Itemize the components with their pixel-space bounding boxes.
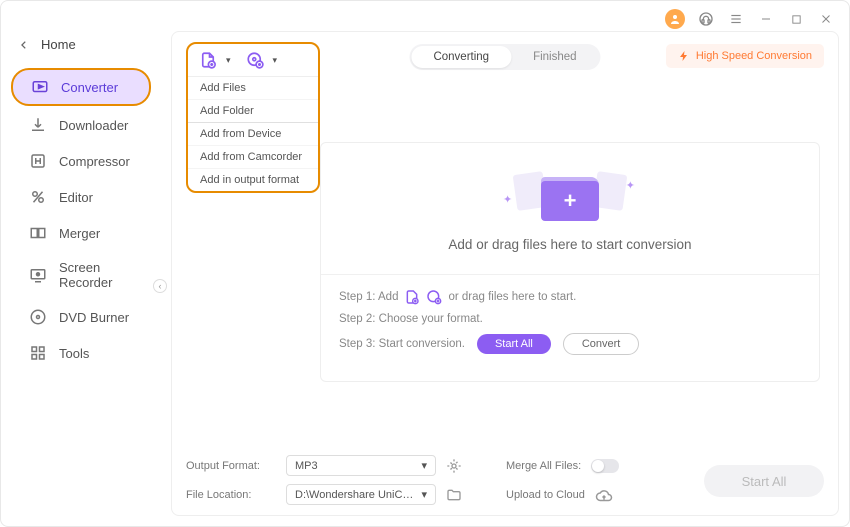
sidebar-item-editor[interactable]: Editor	[11, 180, 151, 214]
tools-icon	[29, 344, 47, 362]
support-icon[interactable]	[697, 10, 715, 28]
file-location-select[interactable]: D:\Wondershare UniConverter 1 ▾	[286, 484, 436, 505]
add-dropdown-menu: Add Files Add Folder Add from Device Add…	[188, 76, 318, 191]
home-label: Home	[41, 37, 76, 52]
convert-inline-button[interactable]: Convert	[563, 333, 640, 355]
start-all-button[interactable]: Start All	[704, 465, 824, 497]
nav-label: Downloader	[59, 118, 128, 133]
folder-illustration: ✦✦ +	[339, 171, 801, 219]
tab-finished[interactable]: Finished	[511, 46, 598, 68]
sidebar-item-dvd-burner[interactable]: DVD Burner	[11, 300, 151, 334]
downloader-icon	[29, 116, 47, 134]
lightning-icon	[678, 50, 690, 62]
nav-label: Screen Recorder	[59, 260, 133, 290]
step-1: Step 1: Add or drag files here to start.	[339, 289, 801, 305]
dropzone-headline: Add or drag files here to start conversi…	[339, 237, 801, 252]
chevron-down-icon: ▾	[421, 488, 427, 501]
add-toolbar-highlighted: ▾ ▾ Add Files Add Folder Add from Device…	[186, 42, 320, 193]
merger-icon	[29, 224, 47, 242]
screen-recorder-icon	[29, 266, 47, 284]
output-format-label: Output Format:	[186, 460, 276, 472]
sidebar-item-compressor[interactable]: Compressor	[11, 144, 151, 178]
chevron-down-icon[interactable]: ▾	[273, 55, 278, 66]
dropdown-item-add-device[interactable]: Add from Device	[188, 122, 318, 145]
settings-gear-icon[interactable]	[446, 458, 462, 474]
drop-zone[interactable]: ✦✦ + Add or drag files here to start con…	[320, 142, 820, 382]
nav-label: Merger	[59, 226, 100, 241]
output-format-select[interactable]: MP3 ▾	[286, 455, 436, 476]
speed-label: High Speed Conversion	[696, 50, 812, 62]
nav-label: Converter	[61, 80, 118, 95]
close-icon[interactable]	[817, 10, 835, 28]
step-3: Step 3: Start conversion. Start All Conv…	[339, 333, 801, 355]
maximize-icon[interactable]	[787, 10, 805, 28]
add-disc-icon	[426, 289, 442, 305]
sidebar-item-merger[interactable]: Merger	[11, 216, 151, 250]
dropdown-item-add-folder[interactable]: Add Folder	[188, 99, 318, 122]
tab-switch: Converting Finished	[409, 44, 600, 70]
nav-label: Compressor	[59, 154, 130, 169]
sidebar-item-tools[interactable]: Tools	[11, 336, 151, 370]
nav-label: DVD Burner	[59, 310, 129, 325]
plus-icon: +	[564, 188, 577, 214]
tab-converting[interactable]: Converting	[411, 46, 511, 68]
collapse-sidebar-button[interactable]: ‹	[153, 279, 167, 293]
main-panel: ▾ ▾ Add Files Add Folder Add from Device…	[171, 31, 839, 516]
high-speed-badge[interactable]: High Speed Conversion	[666, 44, 824, 68]
nav-label: Tools	[59, 346, 89, 361]
converter-icon	[31, 78, 49, 96]
chevron-down-icon: ▾	[421, 459, 427, 472]
add-file-icon	[404, 289, 420, 305]
upload-label: Upload to Cloud	[506, 489, 585, 501]
dvd-burner-icon	[29, 308, 47, 326]
sidebar-item-screen-recorder[interactable]: Screen Recorder	[11, 252, 151, 298]
dropdown-item-add-files[interactable]: Add Files	[188, 77, 318, 99]
file-location-label: File Location:	[186, 489, 276, 501]
nav-label: Editor	[59, 190, 93, 205]
editor-icon	[29, 188, 47, 206]
chevron-left-icon	[19, 40, 29, 50]
merge-label: Merge All Files:	[506, 460, 581, 472]
start-all-inline-button[interactable]: Start All	[477, 334, 551, 354]
sidebar: Home Converter Downloader Compressor Edi…	[1, 1, 161, 526]
home-nav[interactable]: Home	[1, 29, 161, 60]
compressor-icon	[29, 152, 47, 170]
folder-open-icon[interactable]	[446, 487, 462, 503]
step-2: Step 2: Choose your format.	[339, 313, 801, 325]
add-file-icon[interactable]	[198, 50, 218, 70]
minimize-icon[interactable]	[757, 10, 775, 28]
merge-toggle[interactable]	[591, 459, 619, 473]
dropdown-item-add-output[interactable]: Add in output format	[188, 168, 318, 191]
dropdown-item-add-camcorder[interactable]: Add from Camcorder	[188, 145, 318, 168]
chevron-down-icon[interactable]: ▾	[226, 55, 231, 66]
sidebar-item-downloader[interactable]: Downloader	[11, 108, 151, 142]
cloud-upload-icon[interactable]	[595, 487, 611, 503]
add-disc-icon[interactable]	[245, 50, 265, 70]
menu-icon[interactable]	[727, 10, 745, 28]
sidebar-item-converter[interactable]: Converter	[11, 68, 151, 106]
user-avatar[interactable]	[665, 9, 685, 29]
